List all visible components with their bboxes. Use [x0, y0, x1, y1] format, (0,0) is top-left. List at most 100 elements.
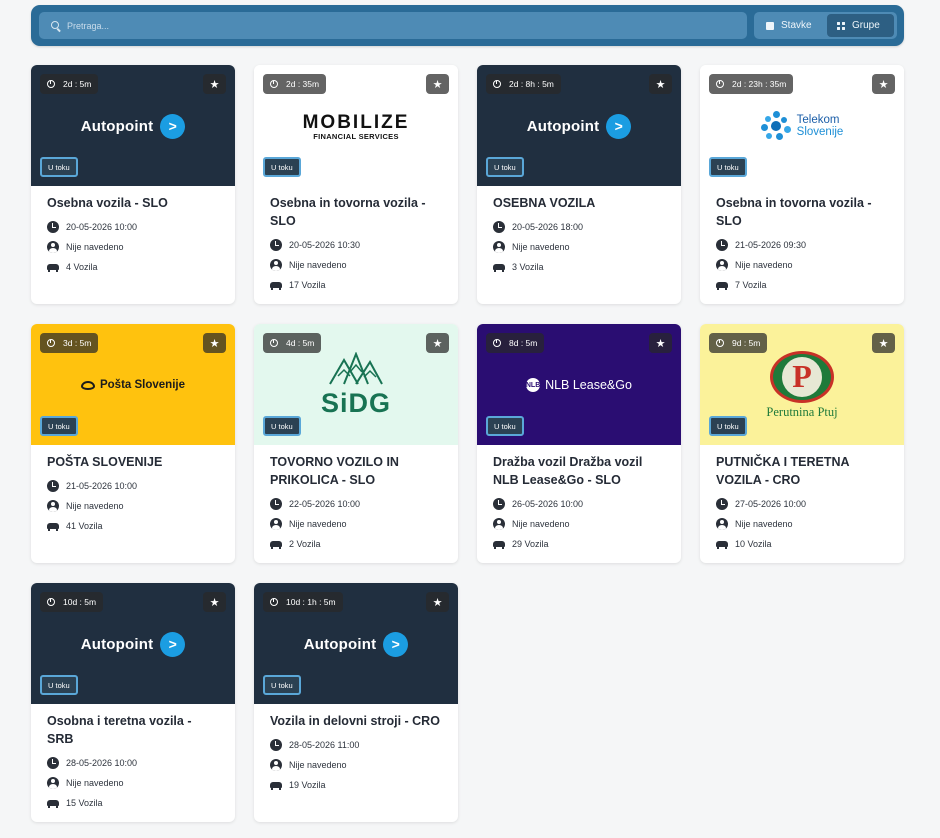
favorite-button[interactable]: ★ — [649, 74, 672, 94]
countdown-badge: 4d : 5m — [263, 333, 322, 353]
vehicles-row: 29 Vozila — [493, 534, 665, 554]
clock-icon — [493, 498, 505, 510]
company-logo: MOBILIZE FINANCIAL SERVICES — [254, 95, 458, 157]
car-icon — [47, 520, 59, 532]
car-icon — [47, 261, 59, 273]
clock-icon — [270, 239, 282, 251]
auction-card[interactable]: 10d : 1h : 5m ★ Autopoint > U toku Vozila… — [254, 583, 458, 822]
star-icon: ★ — [432, 596, 443, 609]
favorite-button[interactable]: ★ — [872, 333, 895, 353]
favorite-button[interactable]: ★ — [649, 333, 672, 353]
vehicles-row: 7 Vozila — [716, 275, 888, 295]
search-input[interactable] — [67, 20, 667, 31]
status-badge: U toku — [263, 675, 301, 695]
date-row: 20-05-2026 10:00 — [47, 217, 219, 237]
card-banner: 9d : 5m ★ P Perutnina Ptuj U toku — [700, 324, 904, 445]
auction-card[interactable]: 10d : 5m ★ Autopoint > U toku Osobna i te… — [31, 583, 235, 822]
star-icon: ★ — [655, 78, 666, 91]
date-text: 20-05-2026 18:00 — [512, 222, 584, 232]
card-banner: 3d : 5m ★ Pošta Slovenije U toku — [31, 324, 235, 445]
vehicles-row: 2 Vozila — [270, 534, 442, 554]
favorite-button[interactable]: ★ — [203, 592, 226, 612]
post-horn-icon — [80, 380, 95, 390]
view-items-button[interactable]: Stavke — [756, 14, 824, 37]
logo-text: Autopoint — [80, 117, 154, 135]
person-text: Nije navedeno — [66, 242, 124, 252]
dots-icon — [760, 111, 793, 141]
card-title: Dražba vozil Dražba vozil NLB Lease&Go -… — [493, 455, 643, 487]
person-row: Nije navedeno — [47, 496, 219, 516]
favorite-button[interactable]: ★ — [426, 333, 449, 353]
perutnina-emblem: P — [770, 350, 834, 403]
vehicles-text: 7 Vozila — [735, 280, 767, 290]
favorite-button[interactable]: ★ — [426, 74, 449, 94]
date-text: 28-05-2026 11:00 — [289, 740, 360, 750]
countdown-text: 4d : 5m — [286, 338, 315, 348]
auction-card[interactable]: 3d : 5m ★ Pošta Slovenije U toku POŠTA S… — [31, 324, 235, 563]
countdown-badge: 10d : 1h : 5m — [263, 592, 343, 612]
car-icon — [716, 538, 728, 550]
logo-text: Autopoint — [80, 635, 154, 653]
favorite-button[interactable]: ★ — [203, 333, 226, 353]
favorite-button[interactable]: ★ — [203, 74, 226, 94]
date-text: 26-05-2026 10:00 — [512, 499, 584, 509]
person-row: Nije navedeno — [716, 514, 888, 534]
countdown-text: 2d : 5m — [63, 79, 92, 89]
auction-card[interactable]: 2d : 8h : 5m ★ Autopoint > U toku OSEBNA … — [477, 65, 681, 304]
countdown-badge: 3d : 5m — [40, 333, 99, 353]
auction-card[interactable]: 9d : 5m ★ P Perutnina Ptuj U toku PUTNIČ… — [700, 324, 904, 563]
date-row: 20-05-2026 18:00 — [493, 217, 665, 237]
car-icon — [716, 279, 728, 291]
search-icon — [51, 20, 61, 31]
countdown-text: 10d : 5m — [63, 597, 97, 607]
vehicles-text: 17 Vozila — [289, 280, 326, 290]
logo-text: MOBILIZE — [302, 111, 410, 133]
search-box[interactable] — [39, 12, 747, 39]
card-banner: 2d : 5m ★ Autopoint > U toku — [31, 65, 235, 186]
card-title: OSEBNA VOZILA — [493, 196, 596, 210]
logo-text: NLB Lease&Go — [545, 378, 632, 392]
vehicles-row: 41 Vozila — [47, 516, 219, 536]
star-icon: ★ — [878, 337, 889, 350]
auction-card[interactable]: 2d : 35m ★ MOBILIZE FINANCIAL SERVICES U … — [254, 65, 458, 304]
card-banner: 8d : 5m ★ NLB NLB Lease&Go U toku — [477, 324, 681, 445]
auction-card[interactable]: 8d : 5m ★ NLB NLB Lease&Go U toku Dražba … — [477, 324, 681, 563]
card-title: PUTNIČKA I TERETNA VOZILA - CRO — [716, 455, 850, 487]
car-icon — [47, 797, 59, 809]
card-title: Vozila in delovni stroji - CRO — [270, 714, 440, 728]
status-badge: U toku — [263, 157, 301, 177]
vehicles-text: 2 Vozila — [289, 539, 321, 549]
person-row: Nije navedeno — [270, 755, 442, 775]
arrow-icon: > — [383, 631, 409, 657]
logo-text: SiDG — [320, 387, 391, 418]
auction-card[interactable]: 2d : 23h : 35m ★ Telekom Slovenije U toku… — [700, 65, 904, 304]
countdown-badge: 8d : 5m — [486, 333, 545, 353]
company-logo: P Perutnina Ptuj — [700, 350, 904, 419]
trees-icon — [329, 350, 383, 385]
clock-icon — [270, 739, 282, 751]
vehicles-row: 4 Vozila — [47, 257, 219, 277]
date-row: 21-05-2026 09:30 — [716, 235, 888, 255]
star-icon: ★ — [432, 337, 443, 350]
auction-card[interactable]: 2d : 5m ★ Autopoint > U toku Osebna vozil… — [31, 65, 235, 304]
view-toggle: Stavke Grupe — [754, 12, 897, 39]
vehicles-row: 15 Vozila — [47, 793, 219, 813]
person-row: Nije navedeno — [493, 514, 665, 534]
clock-icon — [716, 498, 728, 510]
auction-card[interactable]: 4d : 5m ★ SiDG U toku TOVORNO VOZILO IN … — [254, 324, 458, 563]
company-logo: Autopoint > — [31, 95, 235, 157]
favorite-button[interactable]: ★ — [426, 592, 449, 612]
countdown-text: 9d : 5m — [732, 338, 761, 348]
countdown-text: 8d : 5m — [509, 338, 538, 348]
car-icon — [270, 279, 282, 291]
card-banner: 2d : 23h : 35m ★ Telekom Slovenije U toku — [700, 65, 904, 186]
status-badge: U toku — [486, 157, 524, 177]
person-text: Nije navedeno — [66, 501, 124, 511]
person-row: Nije navedeno — [493, 237, 665, 257]
vehicles-row: 3 Vozila — [493, 257, 665, 277]
view-groups-button[interactable]: Grupe — [827, 14, 894, 37]
vehicles-text: 3 Vozila — [512, 262, 544, 272]
favorite-button[interactable]: ★ — [872, 74, 895, 94]
stopwatch-icon — [270, 80, 278, 88]
vehicles-text: 41 Vozila — [66, 521, 103, 531]
